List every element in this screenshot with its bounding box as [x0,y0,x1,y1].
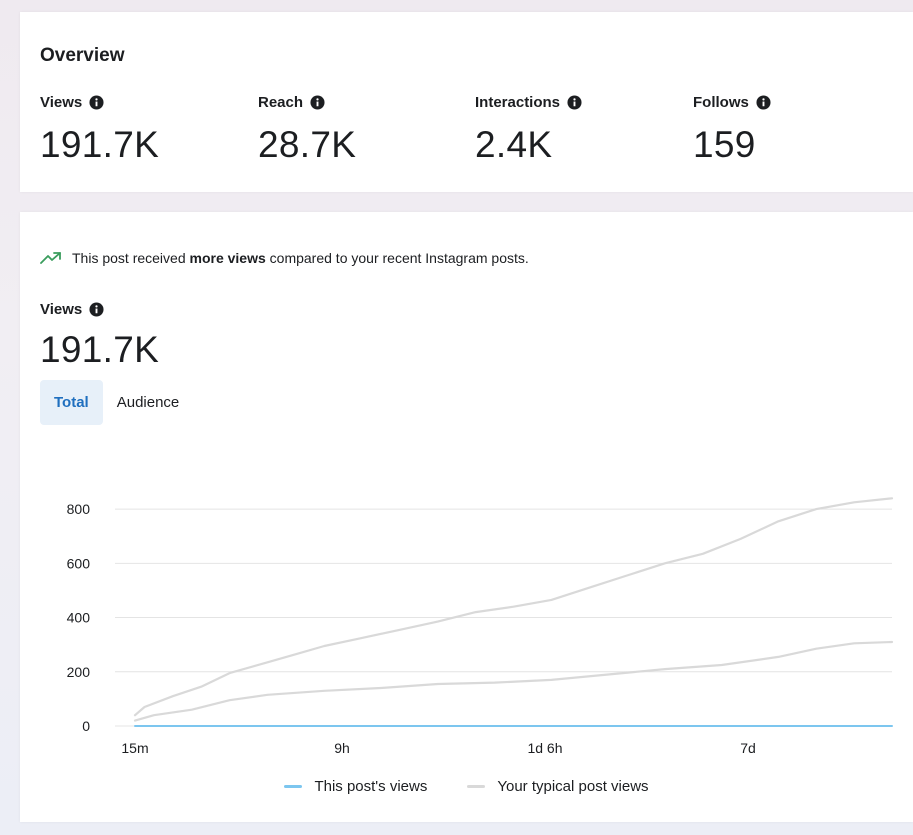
y-tick-label: 400 [67,610,91,626]
metric-views: Views 191.7K [40,92,240,166]
y-tick-label: 600 [67,555,91,571]
metric-reach: Reach 28.7K [258,92,458,166]
tab-total[interactable]: Total [40,380,103,425]
trending-up-icon [40,252,61,264]
metric-label: Reach [258,93,304,111]
x-tick-label: 1d 6h [527,740,562,756]
metric-follows: Follows 159 [693,92,893,166]
metric-value: 191.7K [40,124,160,165]
metric-value: 28.7K [258,124,357,165]
insight-prefix: This post received [72,250,190,266]
legend-swatch [467,785,486,788]
overview-title: Overview [40,45,125,66]
x-tick-label: 9h [334,740,350,756]
views-label-text: Views [40,301,83,318]
info-icon[interactable] [89,94,104,110]
info-icon[interactable] [756,94,771,110]
insight-highlight: more views [189,250,266,266]
views-line-chart: 0 200 400 600 800 15m 9h 1d 6h 7d [67,497,894,756]
y-tick-label: 800 [67,501,91,517]
tab-audience[interactable]: Audience [103,380,194,425]
info-icon[interactable] [310,94,325,110]
insight-suffix: compared to your recent Instagram posts. [265,250,529,266]
views-label: Views [40,301,104,318]
views-tabs: Total Audience [40,380,193,425]
metric-value: 159 [693,124,756,165]
info-icon[interactable] [89,302,104,317]
info-icon[interactable] [567,94,582,110]
metric-label: Follows [693,93,749,111]
legend-label: Your typical post views [497,778,649,795]
series-line-typical [133,640,894,722]
metric-label: Views [40,93,83,111]
views-card: This post received more views compared t… [20,212,913,822]
metric-interactions: Interactions 2.4K [475,92,675,166]
views-total-value: 191.7K [40,329,160,370]
chart-legend: This post's views Your typical post view… [20,778,913,795]
legend-item-this-post[interactable]: This post's views [284,778,427,795]
x-tick-label: 15m [121,740,148,756]
x-tick-label: 7d [740,740,756,756]
metric-label: Interactions [475,93,561,111]
insight-message: This post received more views compared t… [40,250,529,266]
views-chart: 0 200 400 600 800 15m 9h 1d 6h 7d [20,472,913,822]
y-tick-label: 0 [82,718,90,734]
legend-swatch [284,785,303,788]
y-tick-label: 200 [67,664,91,680]
metric-value: 2.4K [475,124,553,165]
legend-label: This post's views [314,778,428,795]
insight-text: This post received more views compared t… [72,250,529,266]
legend-item-typical[interactable]: Your typical post views [467,778,649,795]
overview-card: Overview Views 191.7K Reach 28.7K Intera… [20,12,913,192]
